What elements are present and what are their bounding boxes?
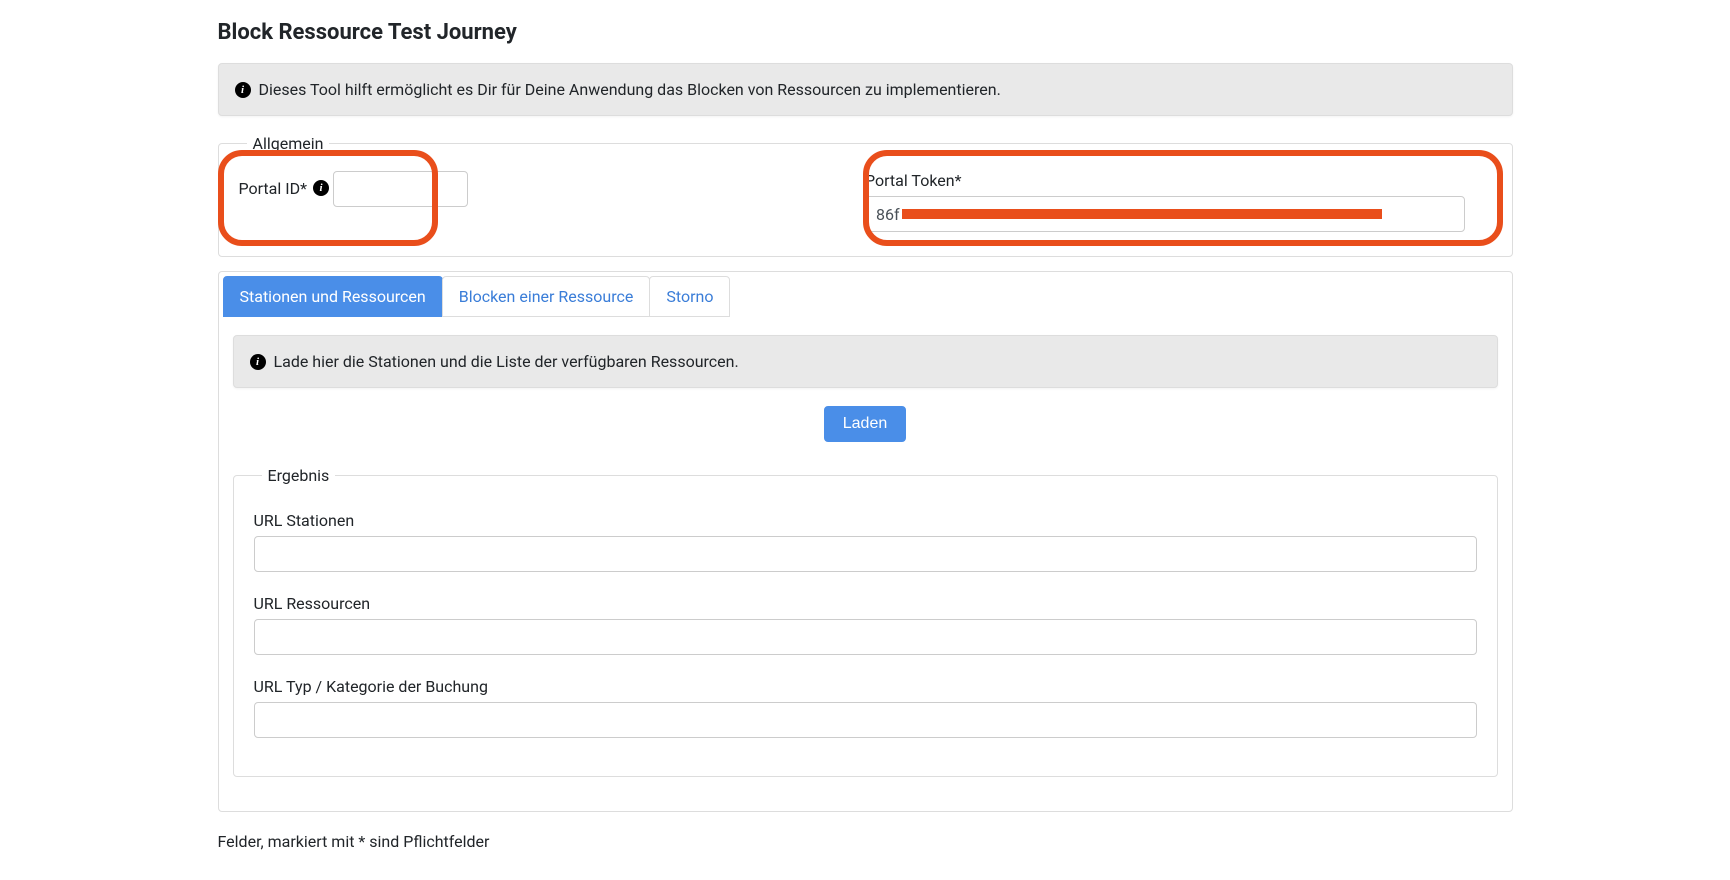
portal-id-label: Portal ID* i xyxy=(239,179,329,198)
tab-storno[interactable]: Storno xyxy=(649,276,730,317)
info-icon: i xyxy=(250,354,266,370)
url-typ-label: URL Typ / Kategorie der Buchung xyxy=(254,677,1477,696)
intro-alert: i Dieses Tool hilft ermöglicht es Dir fü… xyxy=(218,63,1513,116)
url-ressourcen-label: URL Ressourcen xyxy=(254,594,1477,613)
legend-ergebnis: Ergebnis xyxy=(262,466,336,485)
required-fields-note: Felder, markiert mit * sind Pflichtfelde… xyxy=(218,832,1513,851)
tab-info-text: Lade hier die Stationen und die Liste de… xyxy=(274,352,739,371)
redacted-token xyxy=(902,209,1382,219)
tab-stationen-ressourcen[interactable]: Stationen und Ressourcen xyxy=(223,276,443,317)
tabs-card: Stationen und Ressourcen Blocken einer R… xyxy=(218,271,1513,812)
tab-blocken-ressource[interactable]: Blocken einer Ressource xyxy=(442,276,651,317)
tab-body-stationen: i Lade hier die Stationen und die Liste … xyxy=(223,335,1508,777)
portal-token-input[interactable]: 86f xyxy=(865,196,1465,232)
url-typ-input[interactable] xyxy=(254,702,1477,738)
fieldset-allgemein: Allgemein Portal ID* i Portal Token* 86f xyxy=(218,134,1513,257)
intro-alert-text: Dieses Tool hilft ermöglicht es Dir für … xyxy=(259,80,1001,99)
info-icon: i xyxy=(235,82,251,98)
portal-token-value-prefix: 86f xyxy=(876,205,900,224)
url-stationen-input[interactable] xyxy=(254,536,1477,572)
url-ressourcen-input[interactable] xyxy=(254,619,1477,655)
info-icon[interactable]: i xyxy=(313,180,329,196)
page-title: Block Ressource Test Journey xyxy=(218,20,1513,45)
portal-id-input[interactable] xyxy=(333,171,468,207)
fieldset-ergebnis: Ergebnis URL Stationen URL Ressourcen UR… xyxy=(233,466,1498,777)
load-button[interactable]: Laden xyxy=(824,406,907,442)
tab-info-alert: i Lade hier die Stationen und die Liste … xyxy=(233,335,1498,388)
url-stationen-label: URL Stationen xyxy=(254,511,1477,530)
portal-token-label: Portal Token* xyxy=(865,171,1492,190)
nav-tabs: Stationen und Ressourcen Blocken einer R… xyxy=(223,276,1508,317)
legend-allgemein: Allgemein xyxy=(247,134,330,153)
portal-id-label-text: Portal ID* xyxy=(239,179,307,198)
